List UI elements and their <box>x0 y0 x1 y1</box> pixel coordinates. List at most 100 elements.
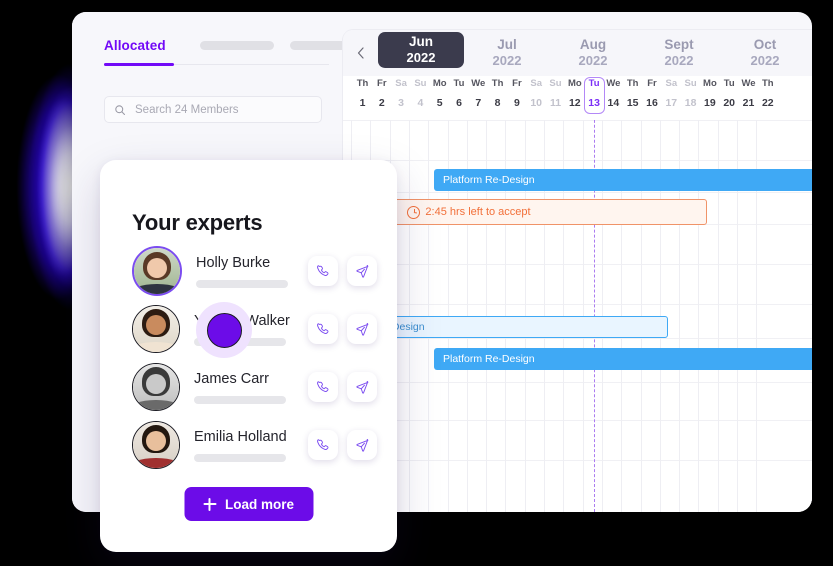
expert-subtitle-placeholder <box>194 395 286 404</box>
expert-info: James Carr <box>194 370 308 404</box>
day-number: 4 <box>417 97 424 109</box>
task-bar[interactable]: Platform Re-Design <box>434 169 812 191</box>
day-number: 14 <box>607 97 620 109</box>
day-cell[interactable]: Tu 6 <box>451 76 468 114</box>
day-cell[interactable]: Sa 3 <box>393 76 410 114</box>
request-message-group: 2:45 hrs left to accept <box>383 205 531 219</box>
expert-info: Holly Burke <box>196 254 308 288</box>
month-name: Oct <box>753 37 777 53</box>
day-name: Mo <box>432 78 447 89</box>
day-number: 1 <box>359 97 366 109</box>
expert-actions <box>308 372 377 402</box>
send-icon[interactable] <box>347 372 377 402</box>
day-number: 11 <box>549 97 562 109</box>
grid-line-horizontal <box>343 264 812 265</box>
clock-icon <box>407 205 421 219</box>
day-cell[interactable]: Su 11 <box>547 76 564 114</box>
day-name: Mo <box>703 78 717 89</box>
expert-row[interactable]: James Carr <box>132 362 381 412</box>
expert-row[interactable]: Yasmin Walker <box>132 304 381 354</box>
day-name: We <box>741 78 756 89</box>
search-input[interactable] <box>133 102 312 117</box>
day-cell[interactable]: Mo 5 <box>431 76 448 114</box>
day-cell[interactable]: We 7 <box>470 76 487 114</box>
day-cell[interactable]: Th 1 <box>354 76 371 114</box>
grid-line-horizontal <box>343 382 812 383</box>
expert-row[interactable]: Emilia Holland <box>132 420 381 470</box>
expert-subtitle-placeholder <box>196 279 288 288</box>
day-cell[interactable]: Fr 2 <box>373 76 390 114</box>
day-cell[interactable]: Fr 16 <box>644 76 661 114</box>
load-more-label: Load more <box>224 496 295 512</box>
search-box[interactable] <box>104 96 322 123</box>
month-year: 2022 <box>492 53 522 69</box>
month-year: 2022 <box>664 53 694 69</box>
day-cell[interactable]: Tu 20 <box>721 76 738 114</box>
day-name: We <box>471 78 486 89</box>
day-cell[interactable]: Fr 9 <box>508 76 525 114</box>
load-more-button[interactable]: Load more <box>183 487 314 521</box>
month-name: Sept <box>664 37 694 53</box>
avatar <box>132 421 180 469</box>
day-cell[interactable]: Su 4 <box>412 76 429 114</box>
month-name: Aug <box>579 37 607 53</box>
day-number: 5 <box>436 97 443 109</box>
expert-actions <box>308 256 377 286</box>
calendar-panel: Jun 2022 Jul 2022 Aug 2022 Sept 2022 Oct 2022 Th 1… <box>343 30 812 512</box>
day-number: 9 <box>513 97 520 109</box>
day-number: 13 <box>588 97 600 109</box>
month-cell[interactable]: Jun 2022 <box>378 32 464 68</box>
day-number: 6 <box>456 97 462 109</box>
month-year: 2022 <box>750 53 780 69</box>
day-cell[interactable]: Th 15 <box>624 76 641 114</box>
month-cell[interactable]: Sept 2022 <box>636 30 722 76</box>
send-icon[interactable] <box>347 430 377 460</box>
expert-name: Holly Burke <box>196 255 271 272</box>
expert-row[interactable]: Holly Burke <box>132 246 381 296</box>
month-cell[interactable]: Jul 2022 <box>464 30 550 76</box>
day-name: Th <box>626 78 639 89</box>
day-name: Su <box>414 78 427 89</box>
tab-placeholder-1[interactable] <box>200 41 274 50</box>
month-cell[interactable]: Oct 2022 <box>722 30 808 76</box>
day-name: Th <box>356 78 369 89</box>
day-cell[interactable]: Th 8 <box>489 76 506 114</box>
day-cell[interactable]: Mo 12 <box>566 76 583 114</box>
day-number: 7 <box>475 97 482 109</box>
send-icon[interactable] <box>347 256 377 286</box>
day-cell[interactable]: Sa 10 <box>528 76 545 114</box>
day-number: 12 <box>568 97 581 109</box>
chevron-left-icon <box>357 47 364 59</box>
phone-icon[interactable] <box>308 256 338 286</box>
day-number: 2 <box>378 97 385 109</box>
day-cell[interactable]: We 21 <box>740 76 757 114</box>
experts-card: Your experts Holly Burke Yasmin Walker Jam… <box>100 160 397 552</box>
day-name: Su <box>549 78 562 89</box>
grid-line-horizontal <box>343 420 812 421</box>
day-name: Sa <box>665 78 678 89</box>
send-icon[interactable] <box>347 314 377 344</box>
plus-icon <box>202 497 216 511</box>
phone-icon[interactable] <box>308 430 338 460</box>
day-cell[interactable]: Tu 13 <box>583 76 605 114</box>
prev-month-button[interactable] <box>343 30 378 76</box>
day-name: Fr <box>377 78 387 89</box>
phone-icon[interactable] <box>308 314 338 344</box>
day-cell[interactable]: Su 18 <box>682 76 699 114</box>
day-cell[interactable]: Mo 19 <box>701 76 718 114</box>
day-cell[interactable]: Th 22 <box>759 76 776 114</box>
tab-allocated[interactable]: Allocated <box>104 38 166 53</box>
day-cell[interactable]: Sa 17 <box>663 76 680 114</box>
grid-line-horizontal <box>343 460 812 461</box>
day-name: Fr <box>512 78 522 89</box>
month-cell[interactable]: Aug 2022 <box>550 30 636 76</box>
day-cell[interactable]: We 14 <box>605 76 622 114</box>
task-bar[interactable]: Platform Re-Design <box>434 348 812 370</box>
expert-name: James Carr <box>194 371 269 388</box>
day-name: Sa <box>530 78 542 89</box>
day-number: 16 <box>646 97 658 109</box>
screenshot-stage: Allocated Jun2022 <box>0 0 833 566</box>
day-name: We <box>606 78 621 89</box>
request-bar[interactable]: Request 2:45 hrs left to accept <box>343 199 707 225</box>
phone-icon[interactable] <box>308 372 338 402</box>
